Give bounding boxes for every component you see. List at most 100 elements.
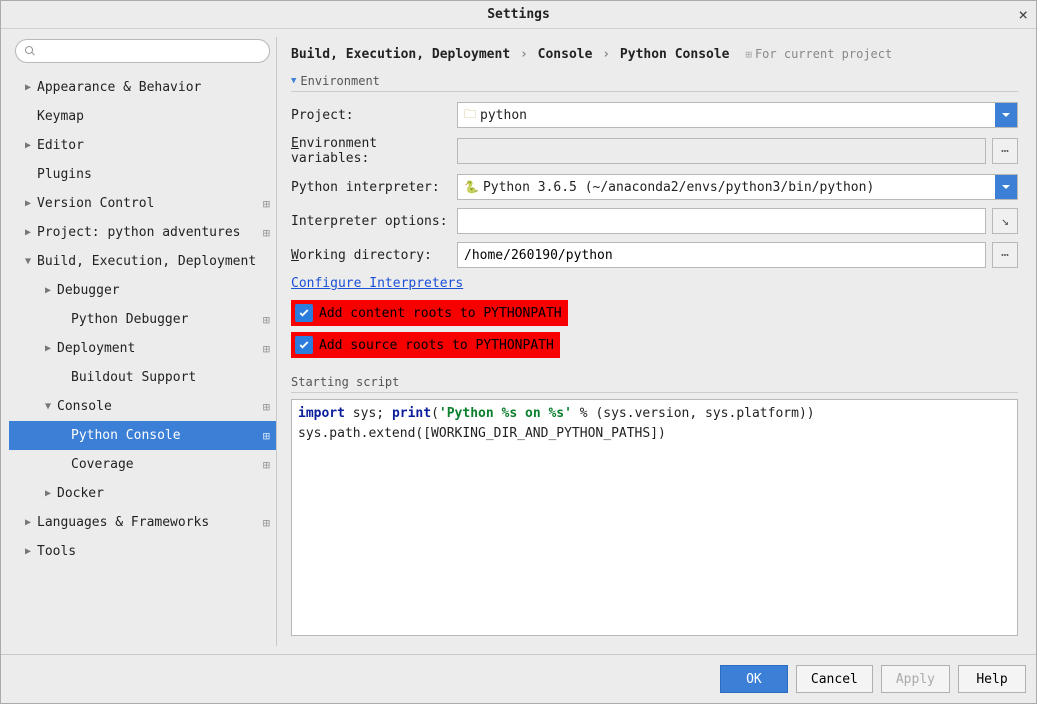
ok-button[interactable]: OK bbox=[720, 665, 788, 693]
search-icon bbox=[24, 45, 36, 57]
tree-item-label: Editor bbox=[37, 138, 270, 153]
caret-icon: ▶ bbox=[43, 285, 53, 296]
tree-item-docker[interactable]: ▶Docker bbox=[9, 479, 276, 508]
tree-item-label: Plugins bbox=[37, 167, 270, 182]
add-source-roots-checkbox[interactable] bbox=[295, 336, 313, 354]
tree-item-label: Appearance & Behavior bbox=[37, 80, 270, 95]
project-scope-icon: ⊞ bbox=[263, 458, 270, 472]
project-scope-icon: ⊞ bbox=[263, 226, 270, 240]
interpreter-label: Python interpreter: bbox=[291, 180, 451, 195]
caret-icon: ▶ bbox=[23, 546, 33, 557]
window-title: Settings bbox=[487, 7, 550, 22]
apply-button[interactable]: Apply bbox=[881, 665, 950, 693]
caret-icon: ▶ bbox=[23, 198, 33, 209]
settings-tree: ▶ Appearance & Behavior Keymap ▶ Editor Plugi… bbox=[9, 73, 276, 646]
workdir-browse-button[interactable]: ⋯ bbox=[992, 242, 1018, 268]
chevron-down-icon bbox=[995, 103, 1017, 127]
tree-item-label: Keymap bbox=[37, 109, 270, 124]
tree-item-version-control[interactable]: ▶ Version Control ⊞ bbox=[9, 189, 276, 218]
interp-opts-input[interactable] bbox=[457, 208, 986, 234]
help-button[interactable]: Help bbox=[958, 665, 1026, 693]
search-box[interactable] bbox=[15, 39, 270, 63]
tree-item-languages-frameworks[interactable]: ▶Languages & Frameworks⊞ bbox=[9, 508, 276, 537]
section-title: Environment bbox=[300, 74, 379, 88]
tree-item-buildout-support[interactable]: Buildout Support bbox=[9, 363, 276, 392]
sidebar: ▶ Appearance & Behavior Keymap ▶ Editor Plugi… bbox=[9, 37, 277, 646]
tree-item-keymap[interactable]: Keymap bbox=[9, 102, 276, 131]
tree-item-label: Debugger bbox=[57, 283, 270, 298]
tree-item-python-console[interactable]: Python Console ⊞ bbox=[9, 421, 276, 450]
tree-item-label: Coverage bbox=[71, 457, 259, 472]
project-label: Project: bbox=[291, 108, 451, 123]
tree-item-label: Deployment bbox=[57, 341, 259, 356]
tree-item-label: Tools bbox=[37, 544, 270, 559]
add-content-roots-checkbox[interactable] bbox=[295, 304, 313, 322]
tree-item-coverage[interactable]: Coverage ⊞ bbox=[9, 450, 276, 479]
tree-item-label: Version Control bbox=[37, 196, 259, 211]
chevron-down-icon bbox=[995, 175, 1017, 199]
titlebar: Settings × bbox=[1, 1, 1036, 29]
tree-item-deployment[interactable]: ▶Deployment⊞ bbox=[9, 334, 276, 363]
envvars-field[interactable] bbox=[457, 138, 986, 164]
add-source-roots-highlight: Add source roots to PYTHONPATH bbox=[291, 332, 560, 358]
tree-item-console[interactable]: ▼ Console ⊞ bbox=[9, 392, 276, 421]
folder-icon: 🗀 bbox=[464, 105, 476, 126]
project-scope-icon: ⊞ bbox=[263, 197, 270, 211]
interp-opts-expand-button[interactable]: ↘ bbox=[992, 208, 1018, 234]
envvars-browse-button[interactable]: ⋯ bbox=[992, 138, 1018, 164]
tree-item-appearance-behavior[interactable]: ▶ Appearance & Behavior bbox=[9, 73, 276, 102]
search-input[interactable] bbox=[42, 44, 261, 59]
project-scope-icon: ⊞ bbox=[263, 400, 270, 414]
tree-item-tools[interactable]: ▶ Tools bbox=[9, 537, 276, 566]
caret-icon: ▼ bbox=[43, 401, 53, 412]
environment-form: Project: 🗀 python Environment variables:… bbox=[291, 102, 1018, 268]
starting-script-editor[interactable]: import sys; print('Python %s on %s' % (s… bbox=[291, 399, 1018, 636]
close-icon[interactable]: × bbox=[1018, 5, 1028, 24]
interp-opts-label: Interpreter options: bbox=[291, 214, 451, 229]
caret-icon: ▶ bbox=[23, 140, 33, 151]
section-starting-script: Starting script bbox=[291, 375, 1018, 393]
tree-item-editor[interactable]: ▶ Editor bbox=[9, 131, 276, 160]
breadcrumb-part: Build, Execution, Deployment bbox=[291, 47, 510, 62]
tree-item-python-debugger[interactable]: Python Debugger⊞ bbox=[9, 305, 276, 334]
configure-interpreters-link[interactable]: Configure Interpreters bbox=[291, 276, 1018, 291]
breadcrumb-separator-icon: › bbox=[602, 47, 610, 62]
caret-icon: ▶ bbox=[23, 82, 33, 93]
project-dropdown[interactable]: 🗀 python bbox=[457, 102, 1018, 128]
tree-item-project-python-adventures[interactable]: ▶ Project: python adventures ⊞ bbox=[9, 218, 276, 247]
tree-item-label: Docker bbox=[57, 486, 270, 501]
caret-icon: ▶ bbox=[23, 227, 33, 238]
interpreter-dropdown[interactable]: 🐍 Python 3.6.5 (~/anaconda2/envs/python3… bbox=[457, 174, 1018, 200]
caret-icon: ▶ bbox=[23, 517, 33, 528]
project-scope-icon: ⊞ bbox=[263, 429, 270, 443]
cancel-button[interactable]: Cancel bbox=[796, 665, 873, 693]
project-scope-icon: ⊞ bbox=[263, 342, 270, 356]
tree-item-label: Buildout Support bbox=[71, 370, 270, 385]
tree-item-label: Project: python adventures bbox=[37, 225, 259, 240]
disclosure-icon[interactable]: ▼ bbox=[291, 76, 296, 86]
tree-item-label: Console bbox=[57, 399, 259, 414]
dialog-footer: OK Cancel Apply Help bbox=[1, 654, 1036, 703]
tree-item-debugger[interactable]: ▶ Debugger bbox=[9, 276, 276, 305]
add-source-roots-row: Add source roots to PYTHONPATH bbox=[291, 332, 1018, 358]
tree-item-build-execution-deployment[interactable]: ▼Build, Execution, Deployment bbox=[9, 247, 276, 276]
workdir-input[interactable] bbox=[457, 242, 986, 268]
interpreter-value: Python 3.6.5 (~/anaconda2/envs/python3/b… bbox=[483, 180, 874, 195]
add-content-roots-row: Add content roots to PYTHONPATH bbox=[291, 300, 1018, 326]
add-content-roots-highlight: Add content roots to PYTHONPATH bbox=[291, 300, 568, 326]
tree-item-label: Python Console bbox=[71, 428, 259, 443]
project-scope-icon: ⊞ bbox=[263, 313, 270, 327]
project-scope-icon: ⊞ bbox=[263, 516, 270, 530]
main-panel: Build, Execution, Deployment › Console ›… bbox=[277, 37, 1028, 646]
workdir-label: Working directory: bbox=[291, 248, 451, 263]
breadcrumb: Build, Execution, Deployment › Console ›… bbox=[291, 41, 1018, 74]
breadcrumb-part: Python Console bbox=[620, 47, 730, 62]
tree-item-label: Build, Execution, Deployment bbox=[37, 254, 270, 269]
breadcrumb-part: Console bbox=[538, 47, 593, 62]
envvars-label: Environment variables: bbox=[291, 136, 451, 166]
tree-item-plugins[interactable]: Plugins bbox=[9, 160, 276, 189]
settings-window: Settings × ▶Appearance & BehaviorKeymap▶… bbox=[0, 0, 1037, 704]
add-source-roots-label: Add source roots to PYTHONPATH bbox=[319, 338, 554, 353]
breadcrumb-separator-icon: › bbox=[520, 47, 528, 62]
content-area: ▶ Appearance & Behavior Keymap ▶ Editor Plugi… bbox=[1, 29, 1036, 654]
